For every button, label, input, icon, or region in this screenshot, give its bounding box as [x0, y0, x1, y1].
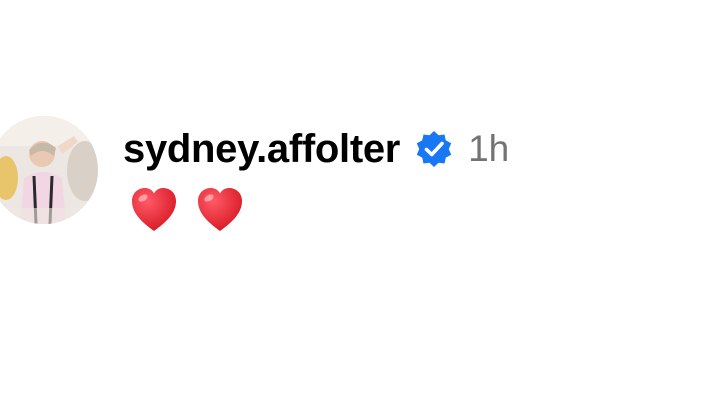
heart-emoji-icon [130, 187, 178, 233]
heart-emoji-icon [196, 187, 244, 233]
verified-badge-icon [414, 129, 454, 169]
comment: sydney.affolter 1h [0, 0, 720, 405]
comment-text [130, 186, 244, 234]
avatar[interactable] [0, 116, 98, 224]
timestamp: 1h [468, 128, 510, 169]
username-link[interactable]: sydney.affolter [123, 127, 400, 172]
avatar-photo [0, 116, 98, 224]
comment-header: sydney.affolter 1h [123, 122, 509, 176]
